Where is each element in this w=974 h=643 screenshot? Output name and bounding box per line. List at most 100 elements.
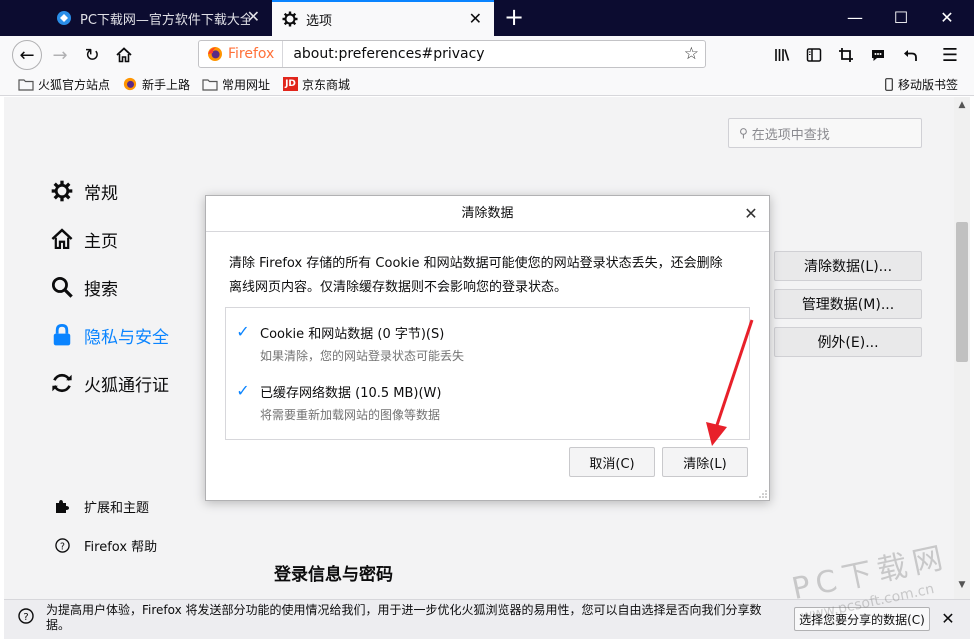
category-search[interactable]: 搜索 bbox=[50, 272, 118, 302]
dialog-title: 清除数据 bbox=[206, 196, 769, 232]
site-favicon-icon bbox=[56, 10, 72, 26]
tab-title: PC下载网—官方软件下载大全| bbox=[80, 12, 250, 28]
bookmark-item[interactable]: 常用网址 bbox=[202, 75, 270, 93]
close-window-button[interactable]: ✕ bbox=[924, 0, 970, 36]
folder-icon bbox=[18, 77, 34, 91]
bookmark-label: 新手上路 bbox=[142, 77, 191, 92]
help-icon: ? bbox=[18, 608, 34, 624]
menu-button[interactable]: ☰ bbox=[936, 41, 964, 69]
chat-bubble-icon bbox=[872, 50, 884, 61]
svg-text:?: ? bbox=[23, 612, 28, 623]
bookmark-label: 京东商城 bbox=[302, 77, 351, 92]
clear-button[interactable]: 清除(L) bbox=[662, 447, 748, 477]
back-button[interactable]: ← bbox=[12, 40, 42, 70]
extensions-themes-link[interactable]: 扩展和主题 bbox=[54, 494, 149, 518]
notification-text: 为提高用户体验，Firefox 将发送部分功能的使用情况给我们，用于进一步优化火… bbox=[46, 603, 762, 632]
search-placeholder: 在选项中查找 bbox=[751, 127, 830, 143]
url-input[interactable]: about:preferences#privacy bbox=[283, 46, 484, 62]
firefox-logo-icon bbox=[122, 77, 138, 91]
category-label: 隐私与安全 bbox=[84, 327, 169, 348]
notification-close-icon[interactable]: ✕ bbox=[938, 607, 958, 631]
library-button[interactable] bbox=[768, 41, 796, 69]
option-description: 将需要重新加载网站的图像等数据 bbox=[260, 408, 441, 422]
description-line: 离线网页内容。仅清除缓存数据则不会影响您的登录状态。 bbox=[229, 280, 568, 295]
checkbox-checkmark-icon[interactable]: ✓ bbox=[234, 322, 252, 341]
search-preferences-input[interactable]: ⚲ 在选项中查找 bbox=[728, 118, 922, 148]
clear-data-button[interactable]: 清除数据(L)... bbox=[774, 251, 922, 281]
screenshot-button[interactable] bbox=[832, 41, 860, 69]
identity-box[interactable]: Firefox bbox=[199, 41, 284, 67]
category-label: 搜索 bbox=[84, 279, 118, 300]
exceptions-button[interactable]: 例外(E)... bbox=[774, 327, 922, 357]
svg-text:?: ? bbox=[60, 541, 65, 552]
mobile-phone-icon bbox=[884, 77, 894, 91]
footer-link-label: 扩展和主题 bbox=[84, 500, 150, 516]
section-heading-logins: 登录信息与密码 bbox=[274, 565, 393, 585]
bookmark-star-icon[interactable]: ☆ bbox=[684, 44, 699, 64]
bookmark-label: 常用网址 bbox=[222, 77, 271, 92]
puzzle-piece-icon bbox=[54, 498, 70, 514]
mobile-bookmarks[interactable]: 移动版书签 bbox=[884, 75, 958, 93]
tab-options[interactable]: 选项 ✕ bbox=[272, 0, 494, 36]
category-home[interactable]: 主页 bbox=[50, 224, 118, 254]
url-bar[interactable]: Firefox about:preferences#privacy ☆ bbox=[198, 40, 706, 68]
option-description: 如果清除，您的网站登录状态可能丢失 bbox=[260, 349, 465, 363]
home-icon bbox=[116, 47, 132, 63]
dialog-close-icon[interactable]: ✕ bbox=[741, 204, 761, 224]
tab-close-icon[interactable]: ✕ bbox=[247, 9, 260, 25]
firefox-help-link[interactable]: ? Firefox 帮助 bbox=[54, 533, 157, 557]
new-tab-button[interactable]: + bbox=[500, 4, 528, 32]
bookmark-label: 火狐官方站点 bbox=[38, 77, 111, 92]
reload-button[interactable]: ↻ bbox=[78, 41, 106, 69]
manage-data-button[interactable]: 管理数据(M)... bbox=[774, 289, 922, 319]
undo-button[interactable] bbox=[896, 41, 924, 69]
category-label: 火狐通行证 bbox=[84, 375, 169, 396]
firefox-logo-icon bbox=[208, 47, 222, 61]
reload-icon: ↻ bbox=[84, 44, 100, 66]
option-label: 已缓存网络数据 (10.5 MB)(W) bbox=[260, 386, 442, 401]
home-button[interactable] bbox=[110, 41, 138, 69]
category-label: 主页 bbox=[84, 231, 118, 252]
option-label: Cookie 和网站数据 (0 字节)(S) bbox=[260, 327, 445, 342]
minimize-button[interactable]: — bbox=[832, 0, 878, 36]
bookmark-item[interactable]: 火狐官方站点 bbox=[18, 75, 110, 93]
description-line: 清除 Firefox 存储的所有 Cookie 和网站数据可能使您的网站登录状态… bbox=[229, 256, 723, 271]
lock-icon bbox=[50, 323, 74, 347]
resize-grip-icon[interactable] bbox=[759, 490, 767, 498]
category-privacy[interactable]: 隐私与安全 bbox=[50, 320, 169, 350]
sidebar-button[interactable] bbox=[800, 41, 828, 69]
category-label: 常规 bbox=[84, 183, 118, 204]
bookmark-label: 移动版书签 bbox=[898, 77, 959, 92]
checkbox-checkmark-icon[interactable]: ✓ bbox=[234, 381, 252, 400]
search-icon: ⚲ bbox=[739, 126, 748, 140]
help-icon: ? bbox=[54, 537, 70, 553]
data-options-list: ✓ Cookie 和网站数据 (0 字节)(S) 如果清除，您的网站登录状态可能… bbox=[225, 307, 750, 440]
bookmark-item[interactable]: 新手上路 bbox=[122, 75, 190, 93]
jd-logo-icon: JD bbox=[283, 77, 298, 91]
home-icon bbox=[50, 227, 74, 251]
scroll-down-arrow-icon[interactable]: ▼ bbox=[954, 580, 970, 594]
tab-pcsoft[interactable]: PC下载网—官方软件下载大全| ✕ bbox=[44, 0, 272, 36]
maximize-button[interactable]: ☐ bbox=[878, 0, 924, 36]
forward-arrow-icon: → bbox=[52, 44, 68, 66]
scroll-up-arrow-icon[interactable]: ▲ bbox=[954, 100, 970, 114]
gear-icon bbox=[282, 11, 298, 27]
footer-link-label: Firefox 帮助 bbox=[84, 539, 158, 555]
tab-close-icon[interactable]: ✕ bbox=[469, 11, 482, 27]
category-general[interactable]: 常规 bbox=[50, 176, 118, 206]
forward-button[interactable]: → bbox=[46, 41, 74, 69]
cancel-button[interactable]: 取消(C) bbox=[569, 447, 655, 477]
category-sync[interactable]: 火狐通行证 bbox=[50, 368, 169, 398]
tab-title: 选项 bbox=[306, 13, 333, 29]
scrollbar-thumb[interactable] bbox=[956, 222, 968, 362]
search-icon bbox=[50, 275, 74, 299]
identity-label: Firefox bbox=[228, 46, 275, 62]
dialog-description: 清除 Firefox 存储的所有 Cookie 和网站数据可能使您的网站登录状态… bbox=[229, 252, 749, 300]
bookmark-item[interactable]: JD 京东商城 bbox=[283, 75, 350, 93]
hamburger-menu-icon: ☰ bbox=[941, 44, 959, 66]
sidebar-icon bbox=[806, 48, 822, 62]
chat-button[interactable] bbox=[864, 41, 892, 69]
crop-icon bbox=[839, 48, 853, 62]
library-icon bbox=[775, 49, 790, 61]
clear-data-dialog: 清除数据 ✕ 清除 Firefox 存储的所有 Cookie 和网站数据可能使您… bbox=[205, 195, 770, 501]
